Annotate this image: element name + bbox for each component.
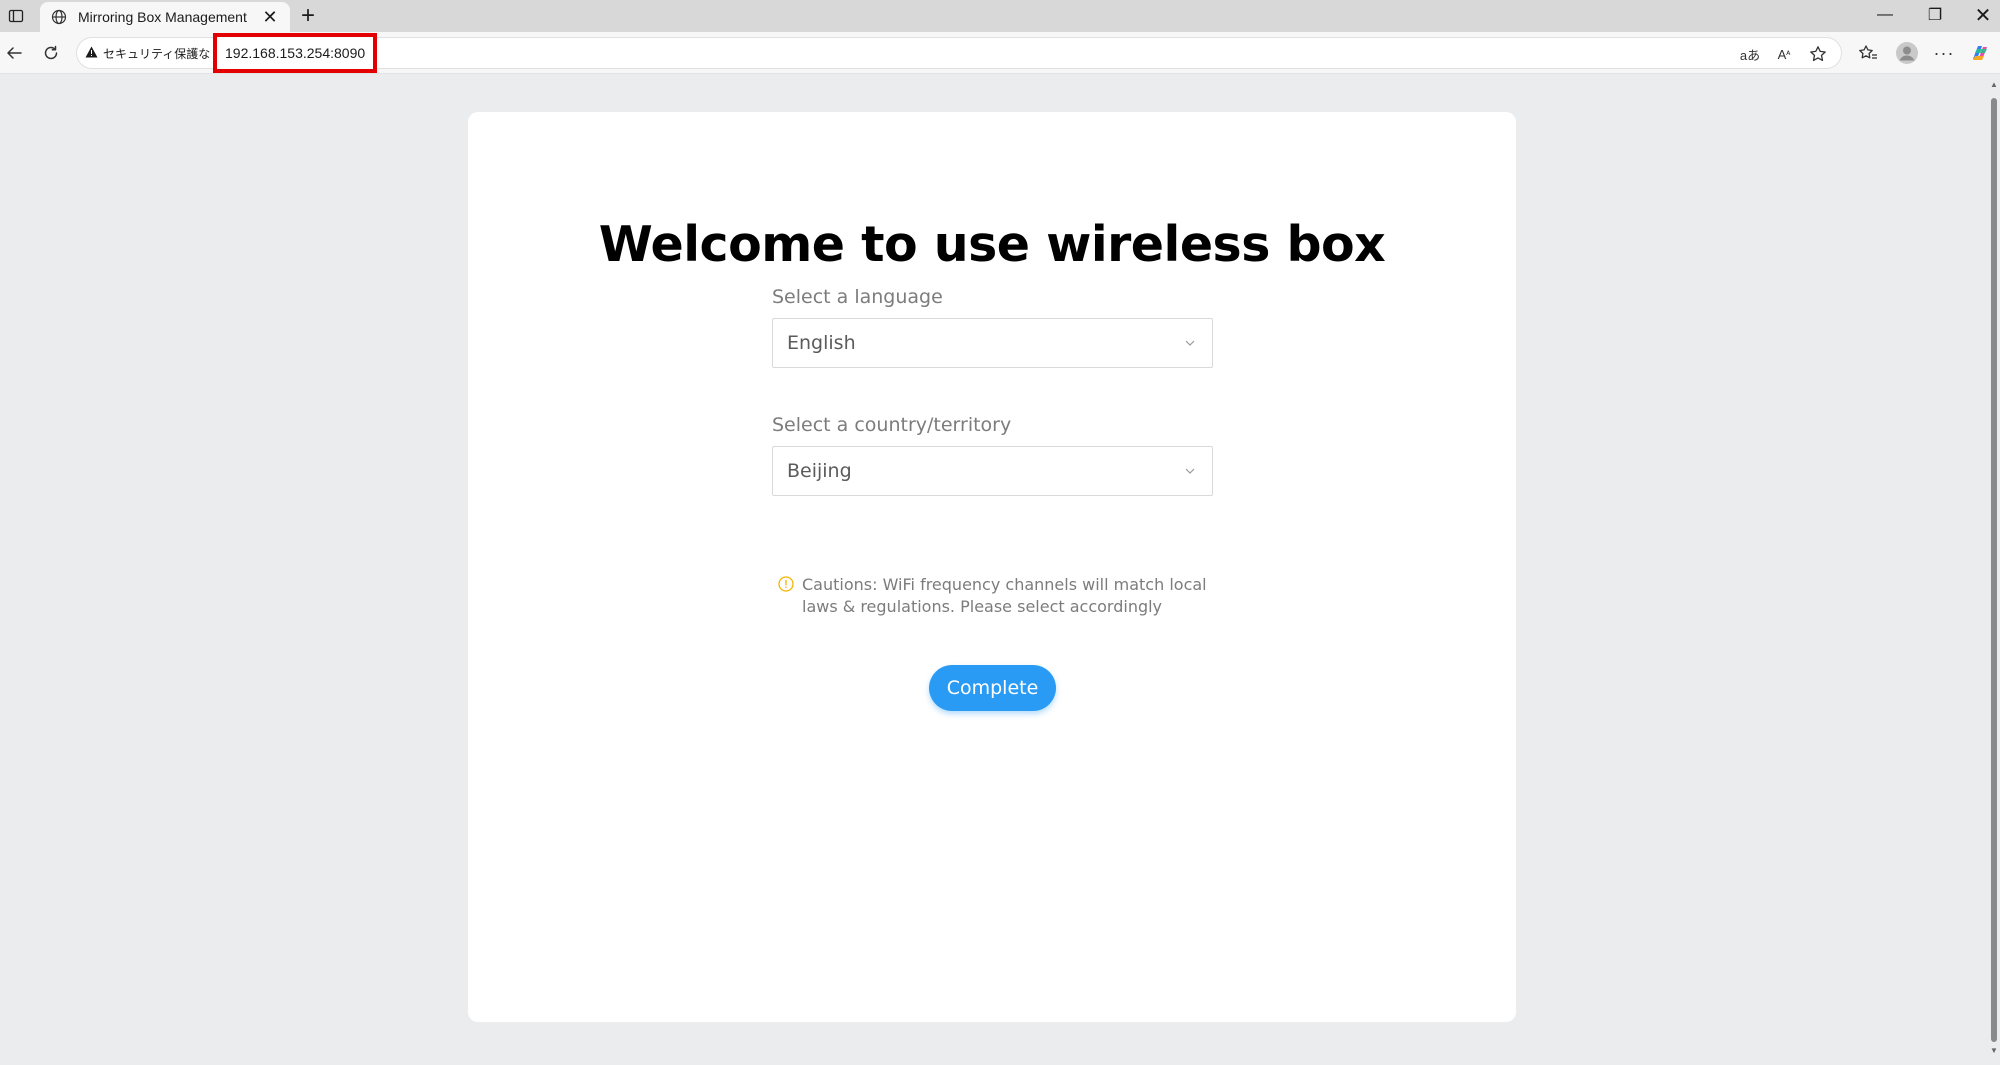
security-label: セキュリティ保護なし	[103, 46, 223, 61]
restore-button[interactable]: ❐	[1912, 0, 1958, 30]
complete-button[interactable]: Complete	[929, 665, 1056, 711]
language-label: Select a language	[772, 286, 943, 308]
setup-card: Welcome to use wireless box Select a lan…	[468, 112, 1516, 1022]
new-tab-button[interactable]: +	[296, 4, 320, 28]
browser-tab[interactable]: Mirroring Box Management ✕	[40, 2, 290, 32]
chevron-down-icon	[1182, 335, 1198, 351]
country-select[interactable]: Beijing	[772, 446, 1213, 496]
browser-toolbar: セキュリティ保護なし 192.168.153.254:8090 aあ Aᴬ ··…	[0, 32, 2000, 74]
caution-notice: Cautions: WiFi frequency channels will m…	[778, 574, 1218, 618]
caution-text: Cautions: WiFi frequency channels will m…	[802, 575, 1207, 616]
language-value: English	[787, 332, 856, 354]
refresh-icon[interactable]	[37, 39, 65, 67]
warning-triangle-icon	[85, 46, 98, 61]
scroll-down-arrow-icon[interactable]: ▼	[1990, 1046, 1998, 1056]
back-icon[interactable]	[0, 39, 28, 67]
scroll-up-arrow-icon[interactable]: ▲	[1990, 80, 1998, 90]
scroll-thumb[interactable]	[1991, 98, 1997, 1042]
tab-title: Mirroring Box Management	[78, 9, 247, 25]
favorite-star-icon[interactable]	[1805, 41, 1831, 67]
page-viewport: Welcome to use wireless box Select a lan…	[0, 74, 1988, 1065]
window-close-button[interactable]: ✕	[1960, 0, 2000, 30]
more-menu-icon[interactable]: ···	[1930, 39, 1958, 67]
minimize-button[interactable]: —	[1862, 0, 1908, 30]
chevron-down-icon	[1182, 463, 1198, 479]
language-select[interactable]: English	[772, 318, 1213, 368]
tab-actions-icon[interactable]	[4, 4, 28, 28]
tab-strip: Mirroring Box Management ✕ + — ❐ ✕	[0, 0, 2000, 32]
page-title: Welcome to use wireless box	[598, 216, 1386, 273]
country-value: Beijing	[787, 460, 852, 482]
address-bar[interactable]: セキュリティ保護なし 192.168.153.254:8090 aあ Aᴬ	[76, 33, 1842, 73]
translate-icon[interactable]: aあ	[1737, 41, 1763, 67]
country-label: Select a country/territory	[772, 414, 1012, 436]
globe-icon	[50, 8, 68, 26]
security-indicator[interactable]: セキュリティ保護なし	[85, 38, 222, 68]
tab-close-icon[interactable]: ✕	[260, 7, 280, 27]
copilot-icon[interactable]	[1966, 39, 1994, 67]
profile-avatar-icon[interactable]	[1893, 39, 1921, 67]
favorites-icon[interactable]	[1854, 39, 1882, 67]
vertical-scrollbar[interactable]: ▲ ▼	[1988, 74, 2000, 1065]
read-aloud-icon[interactable]: Aᴬ	[1771, 41, 1797, 67]
url-text[interactable]: 192.168.153.254:8090	[213, 33, 377, 73]
info-circle-icon	[778, 576, 794, 592]
